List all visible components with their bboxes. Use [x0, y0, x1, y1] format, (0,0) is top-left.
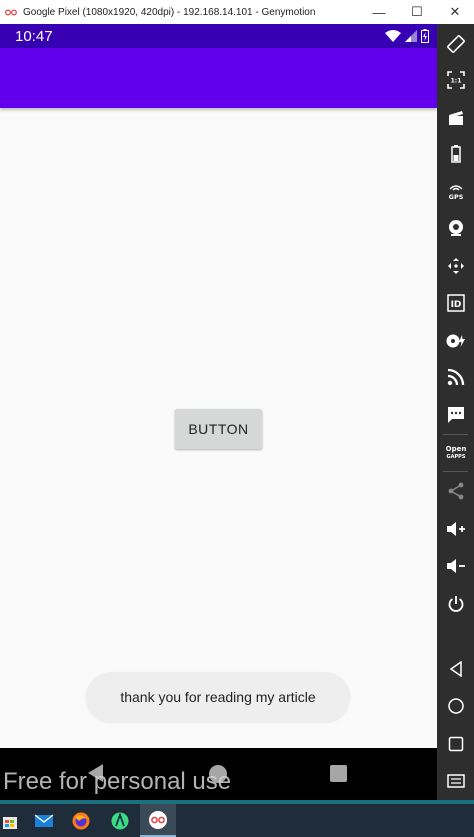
- store-icon[interactable]: [0, 804, 28, 837]
- minimize-button[interactable]: —: [360, 0, 398, 24]
- back-tool-icon[interactable]: [437, 654, 474, 684]
- signal-icon: [405, 30, 417, 42]
- screencast-icon[interactable]: [437, 103, 474, 133]
- toolbar-divider: [443, 434, 468, 435]
- screen: Google Pixel (1080x1920, 420dpi) - 192.1…: [0, 0, 474, 837]
- phone-screen: 10:47 BUTTON thank you for reading my ar…: [0, 24, 437, 800]
- home-tool-icon[interactable]: [437, 691, 474, 721]
- svg-text:Open: Open: [445, 445, 466, 453]
- genymotion-logo-icon: [5, 8, 17, 16]
- recents-tool-icon[interactable]: [437, 729, 474, 759]
- rotate-icon[interactable]: [437, 29, 474, 59]
- window-title: Google Pixel (1080x1920, 420dpi) - 192.1…: [23, 6, 316, 18]
- svg-text:1:1: 1:1: [450, 78, 461, 85]
- window-title-bar: Google Pixel (1080x1920, 420dpi) - 192.1…: [0, 0, 474, 24]
- svg-text:GPS: GPS: [448, 193, 463, 201]
- webcam-icon[interactable]: [437, 213, 474, 243]
- gps-icon[interactable]: GPS: [437, 177, 474, 207]
- genymotion-icon[interactable]: [140, 804, 176, 837]
- svg-text:GAPPS: GAPPS: [446, 454, 465, 460]
- network-icon[interactable]: [437, 362, 474, 392]
- status-time: 10:47: [15, 27, 53, 45]
- device-id-icon[interactable]: ID: [437, 288, 474, 318]
- watermark-text: Free for personal use: [3, 768, 232, 795]
- wifi-icon: [385, 30, 401, 42]
- close-button[interactable]: ✕: [436, 0, 474, 24]
- share-icon[interactable]: [437, 476, 474, 506]
- battery-tool-icon[interactable]: [437, 139, 474, 169]
- status-icons: [385, 29, 429, 43]
- toast-message: thank you for reading my article: [86, 672, 350, 722]
- status-bar: 10:47: [0, 24, 437, 48]
- genymotion-toolbar: 1:1 GPS ID Open GAPPS: [437, 24, 474, 800]
- maximize-button[interactable]: ☐: [398, 0, 436, 24]
- battery-icon: [421, 29, 429, 43]
- os-taskbar: [0, 800, 474, 837]
- volume-down-icon[interactable]: [437, 551, 474, 581]
- volume-up-icon[interactable]: [437, 514, 474, 544]
- toolbar-divider: [443, 471, 468, 472]
- recents-icon[interactable]: [330, 765, 347, 782]
- sms-icon[interactable]: [437, 400, 474, 430]
- pixel-perfect-icon[interactable]: 1:1: [437, 65, 474, 95]
- disk-io-icon[interactable]: [437, 326, 474, 356]
- menu-tool-icon[interactable]: [437, 766, 474, 796]
- firefox-icon[interactable]: [63, 804, 99, 837]
- remote-control-icon[interactable]: [437, 251, 474, 281]
- mail-icon[interactable]: [26, 804, 62, 837]
- app-bar: [0, 48, 437, 108]
- svg-text:ID: ID: [450, 300, 461, 310]
- main-button[interactable]: BUTTON: [175, 409, 262, 449]
- android-studio-icon[interactable]: [102, 804, 138, 837]
- open-gapps-icon[interactable]: Open GAPPS: [437, 437, 474, 467]
- power-icon[interactable]: [437, 589, 474, 619]
